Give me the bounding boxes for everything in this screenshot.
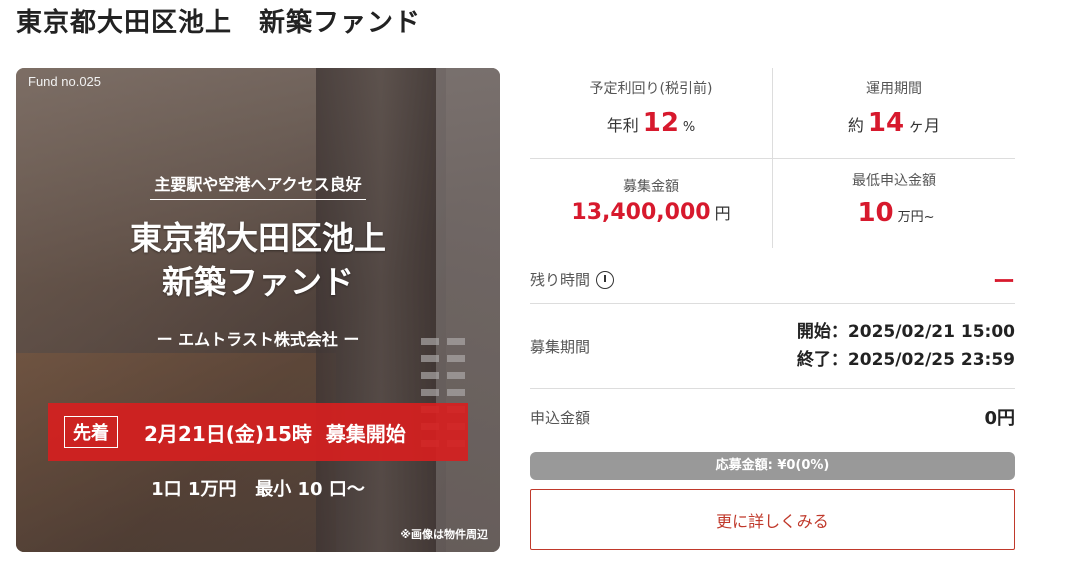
remaining-time-label: 残り時間 (530, 271, 591, 289)
period-cell: 運用期間 約 14 ヶ月 (773, 78, 1015, 138)
recruit-period-row: 募集期間 開始：2025/02/21 15:00 終了：2025/02/25 2… (530, 304, 1015, 389)
fund-stats-grid: 予定利回り(税引前) 年利 12% 運用期間 約 14 ヶ月 募集金額 13,400,… (530, 68, 1015, 248)
grid-divider-horizontal (530, 158, 1015, 159)
apply-amount-label: 申込金額 (530, 408, 591, 427)
application-progress-bar: 応募金額: ¥0(0%) (530, 452, 1015, 480)
raise-value: 13,400,000 (571, 200, 711, 225)
period-unit: ヶ月 (908, 116, 941, 135)
min-value-line: 10 万円~ (773, 198, 1015, 228)
min-amount-cell: 最低申込金額 10 万円~ (773, 170, 1015, 228)
banner-title-line2: 新築ファンド (161, 263, 354, 301)
raise-amount-cell: 募集金額 13,400,000 円 (530, 176, 772, 225)
catch-copy-text: 主要駅や空港へアクセス良好 (150, 171, 366, 200)
more-details-button[interactable]: 更に詳しくみる (530, 489, 1015, 550)
unit-info: 1口 1万円 最小 10 口〜 (151, 479, 365, 500)
apply-amount-row: 申込金額 0円 (530, 396, 1015, 438)
recruit-period-label: 募集期間 (530, 337, 591, 356)
page-title: 東京都大田区池上 新築ファンド (16, 8, 422, 38)
remaining-time-row: 残り時間 ー (530, 256, 1015, 304)
period-value-line: 約 14 ヶ月 (773, 108, 1015, 138)
period-value: 14 (867, 108, 905, 138)
recruit-start: 開始：2025/02/21 15:00 (796, 322, 1015, 342)
clock-icon (596, 270, 615, 289)
recruit-end: 終了：2025/02/25 23:59 (796, 350, 1015, 370)
min-unit: 万円~ (897, 210, 935, 225)
image-note: ※画像は物件周辺 (400, 528, 488, 541)
yield-prefix: 年利 (606, 116, 639, 135)
fund-banner-image: Fund no.025 主要駅や空港へアクセス良好 東京都大田区池上 新築ファン… (16, 68, 500, 552)
banner-title-line1: 東京都大田区池上 (129, 219, 386, 257)
raise-label: 募集金額 (623, 179, 679, 195)
min-value: 10 (857, 198, 894, 228)
start-date-text: 2月21日(金)15時 募集開始 (144, 421, 406, 446)
first-come-badge: 先着 (64, 416, 118, 448)
apply-amount-value: 0円 (984, 408, 1015, 429)
min-label: 最低申込金額 (852, 173, 936, 189)
yield-value: 12 (642, 108, 679, 138)
fund-number: Fund no.025 (28, 74, 102, 89)
yield-value-line: 年利 12% (530, 108, 772, 138)
raise-unit: 円 (714, 204, 731, 223)
company-name: ー エムトラスト株式会社 ー (156, 330, 360, 349)
recruit-period-values: 開始：2025/02/21 15:00 終了：2025/02/25 23:59 (797, 318, 1015, 374)
remaining-time-label-wrap: 残り時間 (530, 269, 615, 290)
remaining-time-value: ー (992, 269, 1015, 295)
yield-cell: 予定利回り(税引前) 年利 12% (530, 78, 772, 138)
yield-unit: % (682, 120, 696, 135)
period-prefix: 約 (847, 116, 864, 135)
catch-copy: 主要駅や空港へアクセス良好 (16, 171, 500, 200)
progress-text: 応募金額: ¥0(0%) (715, 458, 830, 473)
yield-label: 予定利回り(税引前) (589, 81, 713, 97)
banner-title: 東京都大田区池上 新築ファンド (16, 216, 500, 304)
raise-value-line: 13,400,000 円 (530, 200, 772, 225)
period-label: 運用期間 (866, 81, 922, 97)
start-announcement-band: 先着 2月21日(金)15時 募集開始 (48, 403, 468, 461)
